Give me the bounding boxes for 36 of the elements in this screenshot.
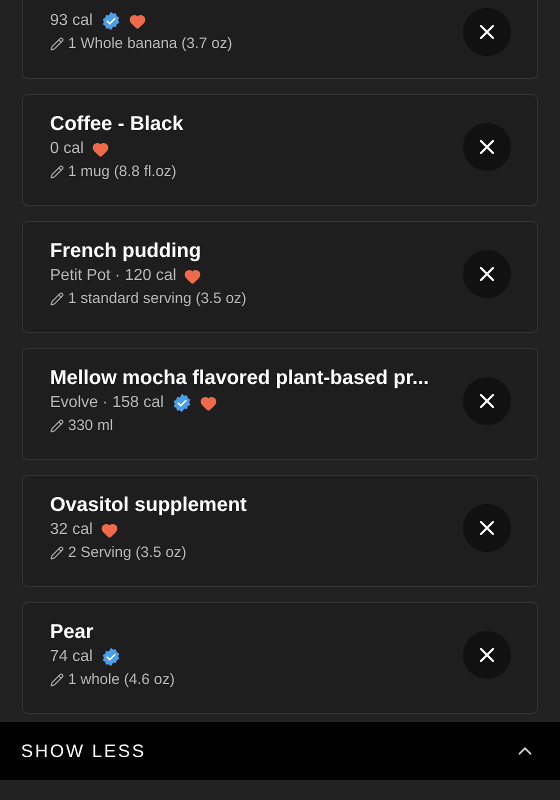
calorie-text: 93 cal [50, 11, 93, 31]
pencil-icon [50, 292, 64, 306]
food-card[interactable]: Mellow mocha flavored plant-based pr... Evolve · 158 cal 330 ml [22, 348, 538, 460]
serving-text: 1 standard serving (3.5 oz) [68, 288, 246, 309]
show-less-bar[interactable]: SHOW LESS [0, 722, 560, 780]
pencil-icon [50, 165, 64, 179]
calorie-text: 0 cal [50, 139, 84, 159]
remove-button[interactable] [463, 8, 511, 56]
food-card[interactable]: Pear 74 cal 1 whole (4.6 oz) [22, 602, 538, 714]
food-name: Pear [50, 620, 94, 645]
food-card[interactable]: 93 cal 1 Whole banana (3.7 oz) [22, 0, 538, 79]
food-card[interactable]: Ovasitol supplement 32 cal 2 Serving (3.5 oz) [22, 475, 538, 587]
pencil-icon [50, 546, 64, 560]
food-name: Mellow mocha flavored plant-based pr... [50, 366, 430, 391]
calorie-text: 74 cal [50, 647, 93, 667]
remove-button[interactable] [463, 377, 511, 425]
food-card[interactable]: Coffee - Black 0 cal 1 mug (8.8 fl.oz) [22, 94, 538, 206]
calorie-text: Petit Pot · 120 cal [50, 266, 176, 286]
serving-text: 330 ml [68, 416, 114, 436]
food-name: French pudding [50, 239, 202, 264]
serving-text: 1 Whole banana (3.7 oz) [68, 34, 232, 54]
remove-button[interactable] [463, 504, 511, 552]
serving-text: 1 whole (4.6 oz) [68, 670, 175, 690]
food-card[interactable]: French pudding Petit Pot · 120 cal 1 standard serving (3.5 oz) [22, 221, 538, 333]
food-name: Coffee - Black [50, 112, 184, 137]
remove-button[interactable] [463, 250, 511, 298]
pencil-icon [50, 37, 64, 51]
remove-button[interactable] [463, 123, 511, 171]
food-name: Ovasitol supplement [50, 493, 248, 518]
pencil-icon [50, 673, 64, 687]
pencil-icon [50, 419, 64, 433]
serving-text: 2 Serving (3.5 oz) [68, 542, 186, 563]
calorie-text: 32 cal [50, 520, 93, 540]
calorie-text: Evolve · 158 cal [50, 393, 164, 413]
remove-button[interactable] [463, 631, 511, 679]
serving-text: 1 mug (8.8 fl.oz) [68, 162, 176, 182]
